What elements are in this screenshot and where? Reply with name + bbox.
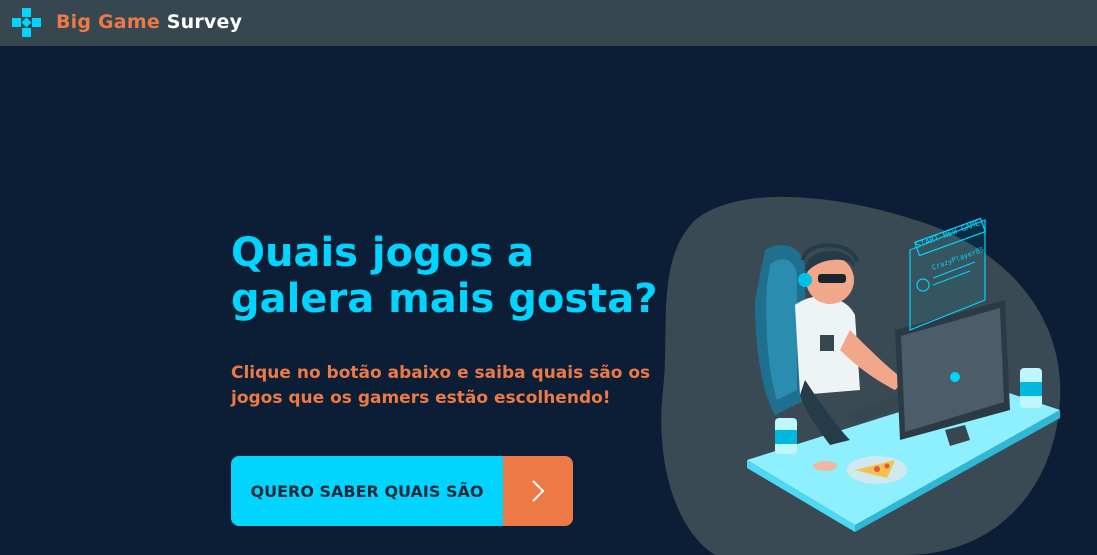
soda-can-left xyxy=(775,418,797,454)
brand-name-part2: Survey xyxy=(166,11,243,33)
gamer-at-desk-illustration: START NEW GAME CrazyPlayer85 xyxy=(661,196,1061,555)
cta-button[interactable]: QUERO SABER QUAIS SÃO xyxy=(231,456,573,526)
subtitle-line-1: Clique no botão abaixo e saiba quais são… xyxy=(231,363,651,383)
brand-title[interactable]: Big Game Survey xyxy=(56,11,242,33)
subtitle-line-2: jogos que os gamers estão escolhendo! xyxy=(231,388,611,408)
cta-arrow-box[interactable] xyxy=(503,456,573,526)
page-subtitle: Clique no botão abaixo e saiba quais são… xyxy=(231,361,651,411)
page-title: Quais jogos a galera mais gosta? xyxy=(231,230,671,322)
title-line-2: galera mais gosta? xyxy=(231,276,658,322)
title-line-1: Quais jogos a xyxy=(231,230,534,276)
gamepad-cross-icon[interactable] xyxy=(10,6,43,39)
navbar: Big Game Survey xyxy=(0,0,1097,46)
soda-can-right xyxy=(1020,368,1042,408)
cta-button-label: QUERO SABER QUAIS SÃO xyxy=(231,456,503,526)
chevron-right-icon xyxy=(532,480,545,502)
brand-name-part1: Big Game xyxy=(56,11,160,33)
